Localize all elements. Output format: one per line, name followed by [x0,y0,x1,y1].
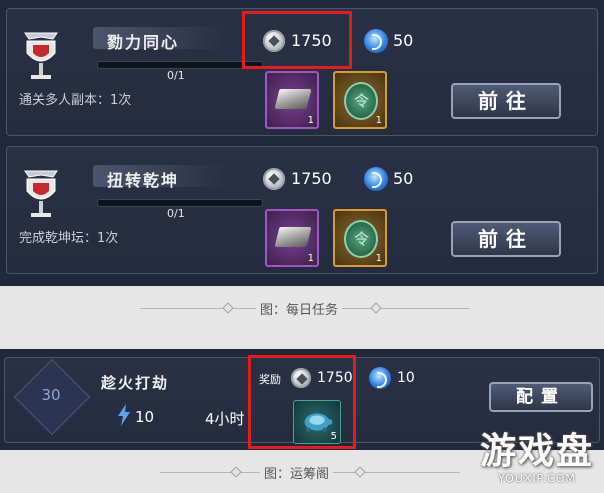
gem-reward-amount: 50 [393,169,414,188]
caption-yunchou: 图：运筹阁 [260,463,334,482]
task-progress-bar [97,199,263,207]
highlight-box [248,355,356,449]
energy-cost: 10 [135,408,155,426]
reward-item-token[interactable]: 1 [333,71,387,129]
blue-gem-icon [364,29,388,53]
watermark-url: YOUXIP.COM [498,472,576,485]
silver-ingot-icon [274,89,312,109]
blue-gem-icon [369,367,391,389]
blue-gem-icon [364,167,388,191]
caption-daily-tasks: 图：每日任务 [256,299,343,318]
item-quantity: 1 [375,253,382,264]
caption-ornament-icon [354,466,366,478]
reward-item-silver-ingot[interactable]: 1 [265,209,319,267]
jade-token-icon [344,220,378,258]
jade-token-icon [344,82,378,120]
mission-level: 30 [41,386,61,404]
task-progress-text: 0/1 [167,207,185,220]
task-progress-text: 0/1 [167,69,185,82]
go-button[interactable]: 前往 [451,83,561,119]
caption-ornament-icon [230,466,242,478]
watermark-logo-text: 游戏盘 [479,431,594,472]
task-progress-bar [97,61,263,69]
reward-item-token[interactable]: 1 [333,209,387,267]
go-button[interactable]: 前往 [451,221,561,257]
task-title: 扭转乾坤 [107,171,180,190]
site-watermark: 游戏盘 YOUXIP.COM [479,431,594,486]
caption-ornament-icon [370,302,382,314]
task-description: 完成乾坤坛：1次 [19,231,119,246]
item-quantity: 1 [375,115,382,126]
energy-bolt-icon [118,404,130,426]
highlight-box [242,11,352,69]
coin-reward-amount: 1750 [291,169,332,188]
gem-reward-amount: 10 [397,370,415,386]
trophy-emblem-icon [24,32,58,79]
caption-ornament-icon [222,302,234,314]
gem-reward-amount: 50 [393,31,414,50]
task-card: 扭转乾坤 0/1 完成乾坤坛：1次 1750 50 1 1 前往 [6,146,598,274]
trophy-emblem-icon [24,170,58,217]
mission-duration: 4小时 [205,410,245,428]
silver-coin-icon [263,168,285,190]
item-quantity: 1 [307,115,314,126]
reward-item-silver-ingot[interactable]: 1 [265,71,319,129]
task-title: 勠力同心 [107,33,180,52]
configure-button[interactable]: 配置 [489,382,593,412]
item-quantity: 1 [307,253,314,264]
mission-title: 趁火打劫 [101,374,170,392]
task-description: 通关多人副本：1次 [19,93,132,108]
silver-ingot-icon [274,227,312,247]
